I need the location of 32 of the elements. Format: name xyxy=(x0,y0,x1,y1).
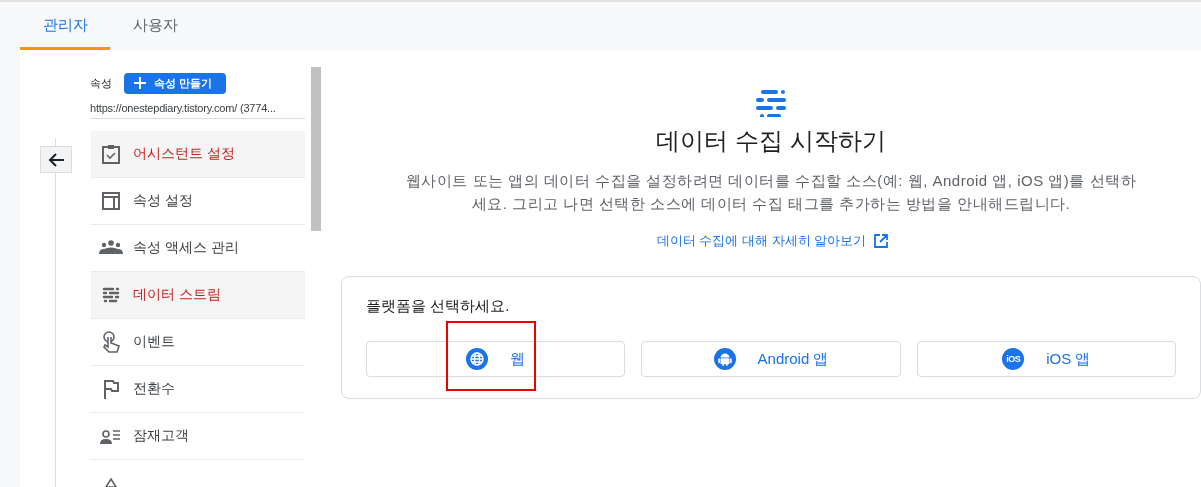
clipboard-check-icon xyxy=(100,143,122,165)
triangle-icon xyxy=(105,478,117,487)
property-url[interactable]: https://onestepdiary.tistory.com/ (3774... xyxy=(90,94,305,119)
layout-icon xyxy=(100,190,122,212)
data-stream-icon xyxy=(101,285,121,305)
sidebar-item[interactable]: 속성 설정 xyxy=(91,178,305,225)
sidebar-item[interactable]: 전환수 xyxy=(91,366,305,413)
touch-icon xyxy=(101,331,121,353)
flag-icon xyxy=(101,378,121,400)
platform-button[interactable]: Android 앱 xyxy=(641,341,901,377)
learn-more-link[interactable]: 데이터 수집에 대해 자세히 알아보기 xyxy=(653,232,889,250)
ios-icon: iOS xyxy=(1002,348,1025,370)
globe-icon xyxy=(466,348,489,370)
sidebar-item[interactable]: 잠재고객 xyxy=(91,413,305,460)
create-property-button[interactable]: 속성 만들기 xyxy=(124,72,227,94)
back-button[interactable] xyxy=(40,146,72,173)
android-icon xyxy=(713,348,736,370)
property-label: 속성 xyxy=(90,75,112,91)
sidebar-item[interactable]: 이벤트 xyxy=(91,319,305,366)
tab[interactable]: 사용자 xyxy=(110,2,200,50)
plus-icon xyxy=(134,77,146,89)
data-stream-icon xyxy=(755,89,787,117)
platform-button[interactable]: 웹 xyxy=(366,341,626,377)
platform-button[interactable]: iOS iOS 앱 xyxy=(916,341,1176,377)
external-link-icon xyxy=(874,234,889,248)
page-title: 데이터 수집 시작하기 xyxy=(656,126,886,156)
scrollbar-thumb[interactable] xyxy=(311,67,321,231)
sidebar-item[interactable]: 어시스턴트 설정 xyxy=(91,131,305,178)
back-arrow-icon xyxy=(47,151,65,168)
sidebar-item[interactable]: 데이터 스트림 xyxy=(91,272,305,319)
description-text: 웹사이트 또는 앱의 데이터 수집을 설정하려면 데이터를 수집할 소스(예: 웹, Android 앱, iOS 앱)를 선택하세요. 그리고 나면 선택한 소스에 데이터 수집 태그를 추가하는 방법을 안내해드립니다. xyxy=(404,171,1137,214)
card-heading: 플랫폼을 선택하세요. xyxy=(366,297,511,316)
